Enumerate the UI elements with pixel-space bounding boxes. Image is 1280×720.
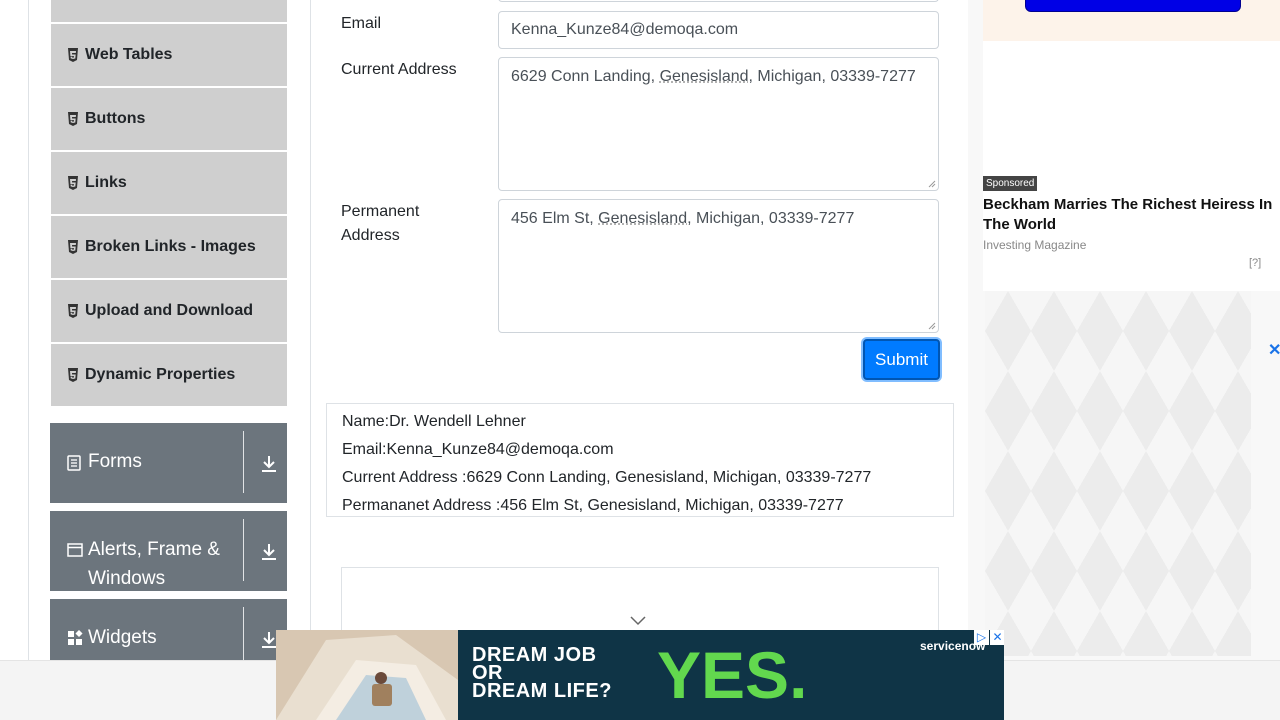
- group-separator: [243, 519, 244, 581]
- top-ad[interactable]: [983, 0, 1280, 41]
- banner-ad[interactable]: DREAM JOB OR DREAM LIFE? YES. servicenow…: [276, 630, 1004, 720]
- document-icon: [67, 455, 83, 471]
- html5-icon: [67, 48, 79, 62]
- output-email: Email:Kenna_Kunze84@demoqa.com: [342, 436, 938, 464]
- permanent-address-part: 456 Elm St,: [511, 210, 598, 227]
- text-box-form: Email Kenna_Kunze84@demoqa.com Current A…: [311, 0, 968, 660]
- email-label: Email: [341, 12, 381, 36]
- sidebar-group-forms[interactable]: Forms: [50, 423, 287, 503]
- close-icon[interactable]: ✕: [990, 630, 1004, 645]
- email-input[interactable]: Kenna_Kunze84@demoqa.com: [498, 11, 939, 49]
- html5-icon: [67, 368, 79, 382]
- download-arrow-icon[interactable]: [261, 543, 277, 561]
- sponsored-tag: Sponsored: [983, 176, 1037, 191]
- sidebar-item-links[interactable]: Links: [51, 152, 287, 214]
- sidebar-item-web-tables[interactable]: Web Tables: [51, 24, 287, 86]
- submit-button[interactable]: Submit: [863, 339, 940, 380]
- current-address-label: Current Address: [341, 58, 457, 82]
- banner-photo: [276, 630, 458, 720]
- permanent-address-textarea[interactable]: 456 Elm St, Genesisland, Michigan, 03339…: [498, 199, 939, 333]
- output-panel: Name:Dr. Wendell Lehner Email:Kenna_Kunz…: [326, 403, 954, 517]
- permanent-address-part: , Michigan, 03339-7277: [687, 210, 854, 227]
- html5-icon: [67, 304, 79, 318]
- resize-handle-icon[interactable]: [928, 322, 936, 330]
- sidebar-item-broken-links[interactable]: Broken Links - Images: [51, 216, 287, 278]
- ad-headline[interactable]: Beckham Marries The Richest Heiress In T…: [983, 195, 1280, 235]
- html5-icon: [67, 112, 79, 126]
- sidebar-group-widgets[interactable]: Widgets: [50, 599, 287, 660]
- download-arrow-icon[interactable]: [261, 631, 277, 649]
- sidebar-group-label: Alerts, Frame & Windows: [88, 535, 238, 593]
- right-ad-column: ✕ Sponsored Beckham Marries The Richest …: [968, 0, 1280, 660]
- ad-placeholder: [985, 291, 1251, 656]
- close-icon[interactable]: ✕: [1268, 340, 1280, 360]
- banner-tagline: DREAM JOB OR DREAM LIFE?: [472, 646, 612, 700]
- sidebar-group-alerts[interactable]: Alerts, Frame & Windows: [50, 511, 287, 591]
- html5-icon: [67, 176, 79, 190]
- permanent-address-label: Permanent Address: [341, 200, 471, 248]
- banner-line: DREAM LIFE?: [472, 682, 612, 700]
- sidebar-item-label: Web Tables: [85, 46, 172, 64]
- html5-icon: [67, 240, 79, 254]
- ad-button[interactable]: [1025, 0, 1241, 12]
- sidebar-item-label: Broken Links - Images: [85, 238, 256, 256]
- download-arrow-icon[interactable]: [261, 455, 277, 473]
- group-separator: [243, 607, 244, 660]
- spellcheck-word: Genesisland: [598, 210, 687, 227]
- widgets-icon: [67, 630, 83, 646]
- sidebar-group-label: Widgets: [88, 623, 238, 652]
- adchoices-icon[interactable]: ▷: [974, 630, 989, 645]
- ad-info-link[interactable]: [?]: [1249, 257, 1261, 269]
- sidebar-item-label: Buttons: [85, 110, 145, 128]
- chevron-down-icon[interactable]: [630, 613, 646, 631]
- current-address-textarea[interactable]: 6629 Conn Landing, Genesisland, Michigan…: [498, 57, 939, 191]
- output-name: Name:Dr. Wendell Lehner: [342, 408, 938, 436]
- current-address-part: , Michigan, 03339-7277: [749, 68, 916, 85]
- group-separator: [243, 431, 244, 493]
- sidebar-item-label: Links: [85, 174, 127, 192]
- sidebar-item-label: Dynamic Properties: [85, 366, 235, 384]
- sidebar-item-buttons[interactable]: Buttons: [51, 88, 287, 150]
- spellcheck-word: Genesisland: [660, 68, 749, 85]
- sidebar-item-label: Upload and Download: [85, 302, 253, 320]
- adchoices[interactable]: ▷ ✕: [973, 630, 1004, 645]
- sidebar-group-label: Forms: [88, 447, 238, 476]
- full-name-input[interactable]: [498, 0, 939, 2]
- current-address-part: 6629 Conn Landing,: [511, 68, 660, 85]
- sidebar-item-dynamic-properties[interactable]: Dynamic Properties: [51, 344, 287, 406]
- output-current-address: Current Address :6629 Conn Landing, Gene…: [342, 464, 938, 492]
- output-permanent-address: Permananet Address :456 Elm St, Genesisl…: [342, 492, 938, 520]
- window-icon: [67, 543, 83, 559]
- sidebar-item-previous[interactable]: [51, 0, 287, 22]
- resize-handle-icon[interactable]: [928, 180, 936, 188]
- ad-source: Investing Magazine: [983, 238, 1086, 252]
- sponsored-ad[interactable]: Sponsored Beckham Marries The Richest He…: [983, 41, 1280, 291]
- sidebar-item-upload-download[interactable]: Upload and Download: [51, 280, 287, 342]
- banner-yes: YES.: [657, 632, 807, 718]
- left-sidebar: Web Tables Buttons Links Broken Links - …: [28, 0, 311, 660]
